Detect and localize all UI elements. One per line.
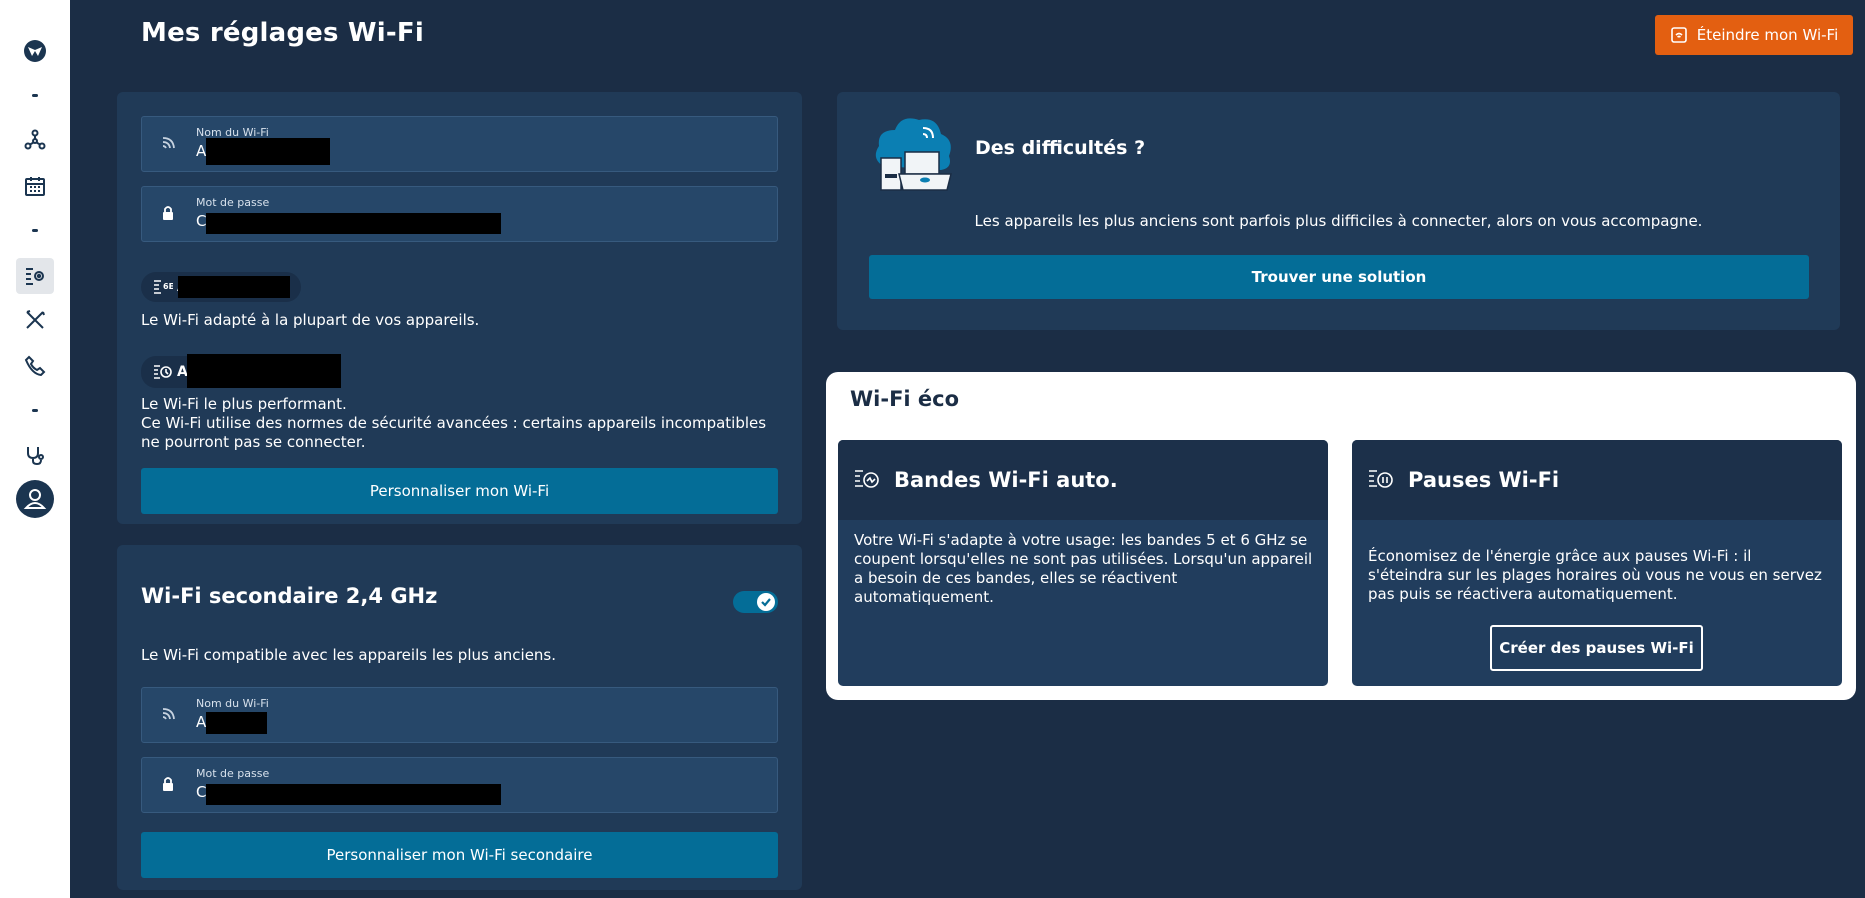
wifi-pause-icon — [1369, 470, 1393, 488]
redaction-block — [206, 784, 501, 805]
power-wifi-icon — [1670, 27, 1687, 43]
wifi-pauses-text: Économisez de l'énergie grâce aux pauses… — [1368, 547, 1822, 603]
check-icon — [761, 598, 771, 607]
secondary-wifi-title: Wi-Fi secondaire 2,4 GHz — [141, 584, 438, 608]
auto-bands-text: Votre Wi-Fi s'adapte à votre usage: les … — [854, 531, 1313, 606]
wifi-band-icon: 6E — [154, 280, 173, 294]
sidebar-item-account[interactable] — [0, 480, 70, 518]
redaction-block — [206, 712, 267, 734]
redaction-block — [206, 213, 501, 234]
svg-text:6E: 6E — [163, 282, 173, 291]
sidebar-item-network[interactable] — [0, 128, 70, 152]
sidebar-item-phone[interactable] — [0, 354, 70, 378]
page-title: Mes réglages Wi-Fi — [141, 18, 424, 48]
network-icon — [24, 129, 46, 150]
band-performance-line-1: Le Wi-Fi le plus performant. — [141, 395, 347, 413]
secondary-wifi-toggle[interactable] — [733, 591, 778, 613]
help-card: Des difficultés ? Les appareils les plus… — [837, 92, 1840, 330]
auto-bands-card: Bandes Wi-Fi auto. Votre Wi-Fi s'adapte … — [838, 440, 1328, 686]
redaction-block — [178, 276, 290, 298]
turn-off-wifi-button[interactable]: Éteindre mon Wi-Fi — [1655, 15, 1853, 55]
wifi-pauses-header: Pauses Wi-Fi — [1352, 440, 1842, 520]
sidebar-separator — [0, 407, 70, 413]
account-icon — [16, 480, 54, 518]
auto-bands-title: Bandes Wi-Fi auto. — [894, 468, 1118, 492]
secondary-wifi-description: Le Wi-Fi compatible avec les appareils l… — [141, 646, 557, 664]
wifi-password-label: Mot de passe — [196, 196, 270, 209]
customize-secondary-wifi-button[interactable]: Personnaliser mon Wi-Fi secondaire — [141, 832, 778, 878]
band-chip-standard: 6E A — [141, 272, 301, 302]
wifi-pauses-card: Pauses Wi-Fi Économisez de l'énergie grâ… — [1352, 440, 1842, 686]
wifi-pauses-title: Pauses Wi-Fi — [1408, 468, 1560, 492]
wifi-icon — [162, 708, 175, 720]
band-standard-description: Le Wi-Fi adapté à la plupart de vos appa… — [141, 311, 480, 329]
auto-bands-icon — [855, 470, 879, 488]
calendar-icon — [25, 177, 45, 196]
secondary-wifi-password-value: C — [196, 783, 207, 801]
lock-icon — [163, 206, 173, 220]
wifi-settings-icon — [26, 268, 44, 285]
redaction-block — [206, 138, 330, 165]
sidebar-separator — [0, 227, 70, 233]
secondary-wifi-name-value: A — [196, 713, 207, 731]
sidebar-item-tools[interactable] — [0, 308, 70, 332]
main-wifi-card: Nom du Wi-Fi A Mot de passe C 6E A Le Wi… — [117, 92, 802, 524]
toggle-knob — [757, 593, 775, 611]
wifi-eco-title: Wi-Fi éco — [850, 387, 960, 411]
sidebar-logo[interactable] — [0, 38, 70, 64]
band-performance-line-2: Ce Wi-Fi utilise des normes de sécurité … — [141, 414, 767, 451]
create-wifi-pauses-button[interactable]: Créer des pauses Wi-Fi — [1490, 625, 1703, 671]
secondary-wifi-password-label: Mot de passe — [196, 767, 270, 780]
secondary-wifi-name-label: Nom du Wi-Fi — [196, 697, 269, 710]
wifi-eco-panel: Wi-Fi éco Bandes Wi-Fi auto. Votre Wi-Fi… — [826, 372, 1856, 700]
redaction-block — [187, 354, 341, 388]
sidebar-item-wifi-settings[interactable] — [0, 264, 70, 288]
wifi-name-field[interactable]: Nom du Wi-Fi A — [141, 116, 778, 172]
wifi-password-value: C — [196, 212, 207, 230]
logo-icon — [24, 40, 46, 62]
secondary-wifi-name-field[interactable]: Nom du Wi-Fi A — [141, 687, 778, 743]
turn-off-wifi-label: Éteindre mon Wi-Fi — [1696, 26, 1839, 44]
diagnostic-icon — [27, 447, 44, 466]
wifi-icon — [162, 137, 175, 149]
sidebar-item-calendar[interactable] — [0, 174, 70, 198]
band-performance-description: Le Wi-Fi le plus performant. Ce Wi-Fi ut… — [141, 395, 778, 452]
sidebar-item-diagnostic[interactable] — [0, 443, 70, 467]
find-solution-button[interactable]: Trouver une solution — [869, 255, 1809, 299]
tools-icon — [26, 310, 45, 329]
lock-icon — [163, 777, 173, 791]
sidebar — [0, 0, 70, 898]
wifi-name-value: A — [196, 142, 207, 160]
secondary-wifi-password-field[interactable]: Mot de passe C — [141, 757, 778, 813]
old-devices-illustration — [875, 118, 952, 191]
auto-bands-header: Bandes Wi-Fi auto. — [838, 440, 1328, 520]
phone-icon — [24, 355, 46, 377]
wifi-password-field[interactable]: Mot de passe C — [141, 186, 778, 242]
wifi-performance-icon — [154, 365, 172, 379]
sidebar-separator — [0, 92, 70, 98]
secondary-wifi-card: Wi-Fi secondaire 2,4 GHz Le Wi-Fi compat… — [117, 545, 802, 890]
customize-wifi-button[interactable]: Personnaliser mon Wi-Fi — [141, 468, 778, 514]
help-title: Des difficultés ? — [975, 137, 1146, 159]
band-chip-performance: A — [141, 354, 341, 388]
help-text: Les appareils les plus anciens sont parf… — [974, 212, 1703, 230]
